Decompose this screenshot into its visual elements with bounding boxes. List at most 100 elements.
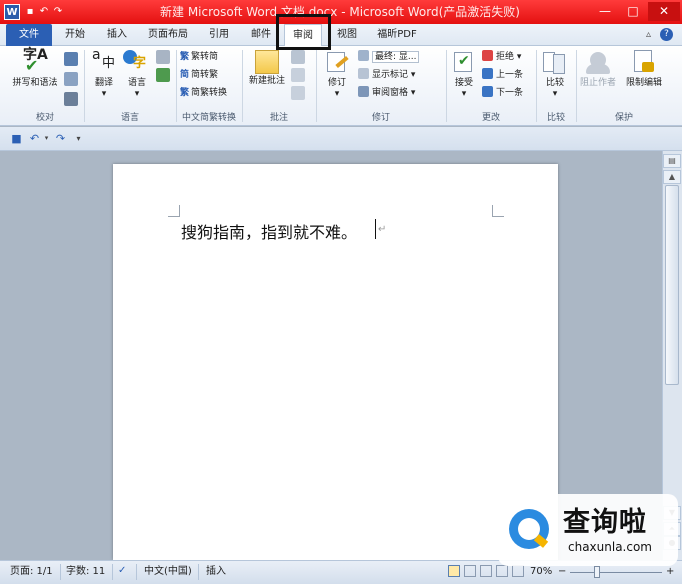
mini-translator-icon[interactable] [156, 68, 170, 82]
web-layout-icon[interactable] [480, 565, 492, 577]
save-mini-icon[interactable]: ▪ [24, 6, 36, 18]
zoom-slider-thumb[interactable] [594, 566, 600, 578]
reject-button[interactable]: 拒绝 ▾ [482, 50, 521, 64]
undo-dropdown-icon[interactable]: ▾ [40, 132, 53, 145]
to-traditional-label: 简转繁 [191, 70, 219, 80]
group-label-proofing: 校对 [35, 113, 54, 123]
group-label-protect: 保护 [614, 113, 633, 123]
minimize-button[interactable]: — [592, 2, 618, 21]
previous-comment-icon[interactable] [291, 68, 305, 82]
status-separator [198, 564, 199, 580]
review-tab-highlight-box [276, 14, 331, 50]
accept-button[interactable]: ✔ 接受 ▾ [450, 50, 478, 100]
zoom-level[interactable]: 70% [530, 565, 552, 579]
spelling-check-icon: 字A ✔ [21, 48, 49, 76]
language-dropdown-arrow: ▾ [134, 89, 140, 99]
reject-label: 拒绝 ▾ [496, 52, 522, 62]
language-status[interactable]: 中文(中国) [144, 565, 192, 579]
group-separator [576, 50, 577, 122]
insert-mode[interactable]: 插入 [206, 565, 226, 579]
save-icon[interactable]: ■ [10, 132, 23, 145]
restrict-editing-button[interactable]: 限制编辑 [622, 50, 666, 89]
show-markup-label: 显示标记 ▾ [372, 70, 416, 80]
accept-dropdown-arrow: ▾ [461, 89, 467, 99]
close-button[interactable]: ✕ [648, 2, 680, 21]
minimize-ribbon-icon[interactable]: ▵ [646, 28, 651, 42]
block-authors-button[interactable]: 阻止作者 [578, 50, 618, 89]
show-markup-icon [358, 68, 369, 79]
print-layout-view-icon[interactable] [448, 565, 460, 577]
block-authors-label: 阻止作者 [579, 78, 616, 88]
help-icon[interactable]: ? [660, 28, 673, 41]
outline-view-icon[interactable] [496, 565, 508, 577]
tab-insert[interactable]: 插入 [100, 24, 134, 46]
tab-home[interactable]: 开始 [58, 24, 92, 46]
convert-button[interactable]: 繁简繁转换 [180, 86, 227, 100]
research-icon[interactable] [64, 52, 78, 66]
new-comment-button[interactable]: 新建批注 [246, 50, 288, 87]
proofing-status-icon[interactable]: ✓ [118, 564, 126, 578]
document-text[interactable]: 搜狗指南，指到就不难。 [181, 219, 357, 243]
page-count[interactable]: 页面: 1/1 [10, 565, 53, 579]
spelling-grammar-button[interactable]: 字A ✔ 拼写和语法 [8, 48, 62, 89]
tab-mailings[interactable]: 邮件 [244, 24, 278, 46]
quick-access-toolbar [0, 127, 682, 151]
customize-toolbar-icon[interactable]: ▾ [72, 132, 85, 145]
spelling-grammar-label: 拼写和语法 [12, 78, 58, 88]
group-label-compare: 比较 [546, 113, 565, 123]
word-app-icon[interactable]: W [4, 4, 20, 20]
show-markup-button[interactable]: 显示标记 ▾ [358, 68, 415, 82]
tab-view[interactable]: 视图 [330, 24, 364, 46]
margin-corner-top-right [492, 205, 504, 217]
undo-mini-icon[interactable]: ↶ [38, 6, 50, 18]
scroll-up-icon[interactable]: ▲ [663, 170, 681, 184]
track-changes-button[interactable]: 修订 ▾ [320, 50, 354, 100]
redo-icon[interactable]: ↷ [54, 132, 67, 145]
zoom-out-button[interactable]: − [558, 565, 566, 579]
to-traditional-button[interactable]: 简简转繁 [180, 68, 218, 82]
thesaurus-icon[interactable] [64, 72, 78, 86]
group-separator [242, 50, 243, 122]
tab-page-layout[interactable]: 页面布局 [144, 24, 192, 46]
watermark-url-text: chaxunla.com [568, 540, 652, 554]
watermark-logo-icon [509, 509, 549, 549]
translate-button[interactable]: a 中 翻译 ▾ [88, 48, 120, 100]
scroll-thumb[interactable] [665, 185, 679, 385]
word-count[interactable]: 字数: 11 [66, 565, 105, 579]
full-screen-reading-icon[interactable] [464, 565, 476, 577]
compare-label: 比较 [545, 78, 564, 88]
translate-dropdown-arrow: ▾ [101, 89, 107, 99]
simplified-to-traditional-icon: 简 [180, 70, 190, 80]
previous-change-button[interactable]: 上一条 [482, 68, 523, 82]
word-count-icon[interactable] [64, 92, 78, 106]
delete-comment-icon[interactable] [291, 50, 305, 64]
next-change-button[interactable]: 下一条 [482, 86, 523, 100]
language-icon: 字 [123, 50, 151, 76]
zoom-slider-track[interactable] [570, 572, 662, 573]
to-simplified-button[interactable]: 繁繁转简 [180, 50, 218, 64]
ruler-toggle-icon[interactable]: ▤ [663, 154, 681, 168]
convert-label: 简繁转换 [191, 88, 228, 98]
zoom-in-button[interactable]: + [666, 565, 674, 579]
language-button[interactable]: 字 语言 ▾ [122, 50, 152, 100]
tab-foxit-pdf[interactable]: 福昕PDF [372, 24, 422, 46]
accept-label: 接受 [454, 78, 473, 88]
maximize-button[interactable]: □ [620, 2, 646, 21]
reviewing-pane-button[interactable]: 审阅窗格 ▾ [358, 86, 415, 100]
redo-mini-icon[interactable]: ↷ [52, 6, 64, 18]
draft-view-icon[interactable] [512, 565, 524, 577]
compare-dropdown-arrow: ▾ [552, 89, 558, 99]
watermark-chinese-text: 查询啦 [563, 507, 647, 538]
tab-references[interactable]: 引用 [202, 24, 236, 46]
tab-file[interactable]: 文件 [6, 24, 52, 46]
reviewing-pane-icon [358, 86, 369, 97]
translate-tooltip-icon[interactable] [156, 50, 170, 64]
reviewing-pane-label: 审阅窗格 ▾ [372, 88, 416, 98]
group-separator [84, 50, 85, 122]
display-review-icon [358, 50, 369, 61]
next-comment-icon[interactable] [291, 86, 305, 100]
check-mark-icon: ✔ [25, 56, 39, 75]
display-for-review-dropdown[interactable]: 最终: 显... [358, 50, 420, 64]
translate-label: 翻译 [94, 78, 113, 88]
compare-button[interactable]: 比较 ▾ [540, 50, 570, 100]
